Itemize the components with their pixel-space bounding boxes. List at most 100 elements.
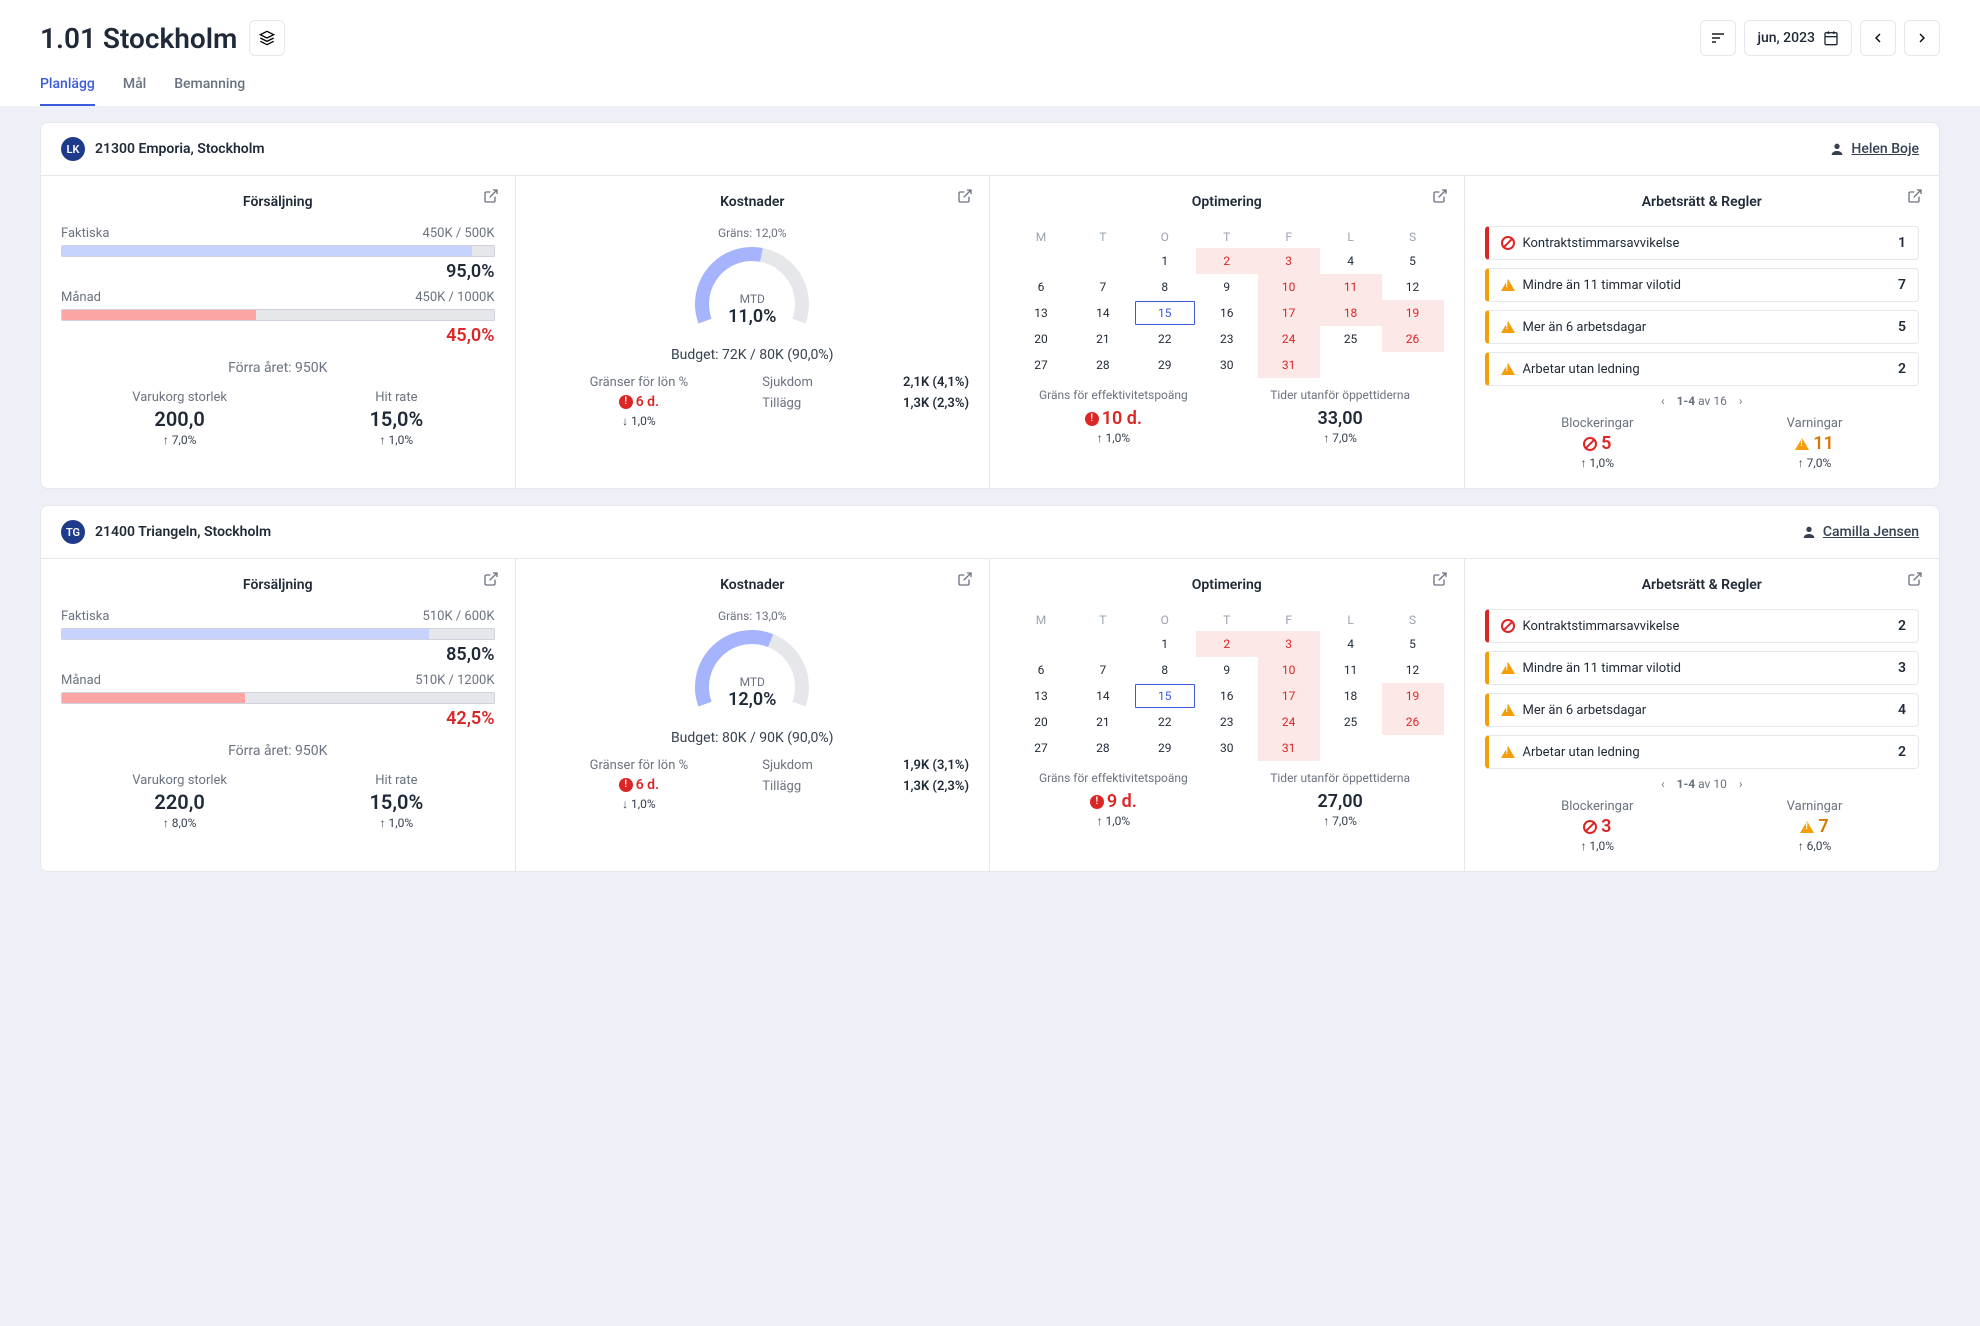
calendar-day[interactable]: 14: [1072, 300, 1134, 326]
manager-link[interactable]: Camilla Jensen: [1801, 524, 1919, 540]
tab-planlagg[interactable]: Planlägg: [40, 76, 95, 106]
calendar-day[interactable]: 16: [1196, 683, 1258, 709]
open-costs-icon[interactable]: [957, 571, 973, 587]
weekday-header: L: [1320, 609, 1382, 631]
calendar-day[interactable]: 13: [1010, 683, 1072, 709]
calendar-day[interactable]: 4: [1320, 631, 1382, 657]
calendar-day[interactable]: 9: [1196, 657, 1258, 683]
calendar-day[interactable]: 12: [1382, 657, 1444, 683]
calendar-day[interactable]: 28: [1072, 352, 1134, 378]
date-label: jun, 2023: [1757, 30, 1815, 46]
calendar-day[interactable]: 2: [1196, 631, 1258, 657]
calendar-day[interactable]: 22: [1134, 326, 1196, 352]
calendar-day[interactable]: 23: [1196, 709, 1258, 735]
calendar-day[interactable]: 8: [1134, 657, 1196, 683]
rule-item[interactable]: Arbetar utan ledning 2: [1485, 352, 1920, 386]
calendar-day[interactable]: 9: [1196, 274, 1258, 300]
calendar-day[interactable]: 11: [1320, 657, 1382, 683]
calendar-day[interactable]: 29: [1134, 352, 1196, 378]
pager-prev[interactable]: ‹: [1661, 394, 1665, 408]
calendar-day[interactable]: 1: [1134, 631, 1196, 657]
calendar-day[interactable]: 6: [1010, 657, 1072, 683]
calendar-day[interactable]: 29: [1134, 735, 1196, 761]
calendar-day[interactable]: 28: [1072, 735, 1134, 761]
calendar-day[interactable]: 13: [1010, 300, 1072, 326]
calendar-day[interactable]: 27: [1010, 352, 1072, 378]
calendar-day[interactable]: 20: [1010, 326, 1072, 352]
calendar-day[interactable]: 27: [1010, 735, 1072, 761]
alert-icon: !: [1085, 412, 1099, 426]
calendar-day[interactable]: 15: [1134, 300, 1196, 326]
calendar-day[interactable]: 2: [1196, 248, 1258, 274]
calendar-day[interactable]: 26: [1382, 709, 1444, 735]
layers-button[interactable]: [249, 20, 285, 56]
pager-next[interactable]: ›: [1739, 394, 1743, 408]
open-sales-icon[interactable]: [483, 571, 499, 587]
calendar-day[interactable]: 24: [1258, 326, 1320, 352]
pager-next[interactable]: ›: [1739, 777, 1743, 791]
calendar-day[interactable]: 23: [1196, 326, 1258, 352]
weekday-header: F: [1258, 609, 1320, 631]
rule-item[interactable]: Mindre än 11 timmar vilotid 7: [1485, 268, 1920, 302]
calendar-day[interactable]: 3: [1258, 248, 1320, 274]
calendar-day[interactable]: 8: [1134, 274, 1196, 300]
open-rules-icon[interactable]: [1907, 571, 1923, 587]
tab-mal[interactable]: Mål: [123, 76, 146, 106]
calendar-day[interactable]: 21: [1072, 709, 1134, 735]
pager-prev[interactable]: ‹: [1661, 777, 1665, 791]
next-month-button[interactable]: [1904, 20, 1940, 56]
calendar-day[interactable]: 30: [1196, 735, 1258, 761]
open-sales-icon[interactable]: [483, 188, 499, 204]
calendar-day[interactable]: 16: [1196, 300, 1258, 326]
open-opt-icon[interactable]: [1432, 188, 1448, 204]
calendar-day[interactable]: 5: [1382, 248, 1444, 274]
salary-delta: ↓ 1,0%: [536, 797, 743, 811]
calendar: MTOTFLS123456789101112131415161718192021…: [1010, 609, 1444, 761]
rule-item[interactable]: Arbetar utan ledning 2: [1485, 735, 1920, 769]
calendar-day[interactable]: 26: [1382, 326, 1444, 352]
sort-button[interactable]: [1700, 20, 1736, 56]
tab-bemanning[interactable]: Bemanning: [174, 76, 245, 106]
calendar-day[interactable]: 31: [1258, 352, 1320, 378]
calendar-day[interactable]: 6: [1010, 274, 1072, 300]
rule-item[interactable]: Kontraktstimmarsavvikelse 2: [1485, 609, 1920, 643]
calendar-day[interactable]: 4: [1320, 248, 1382, 274]
calendar-day[interactable]: 1: [1134, 248, 1196, 274]
calendar-day[interactable]: 17: [1258, 683, 1320, 709]
calendar-day[interactable]: 15: [1134, 683, 1196, 709]
manager-link[interactable]: Helen Boje: [1829, 141, 1919, 157]
calendar-day[interactable]: 19: [1382, 683, 1444, 709]
rule-item[interactable]: Mer än 6 arbetsdagar 4: [1485, 693, 1920, 727]
calendar-day[interactable]: 3: [1258, 631, 1320, 657]
calendar-day[interactable]: 30: [1196, 352, 1258, 378]
rule-item[interactable]: Kontraktstimmarsavvikelse 1: [1485, 226, 1920, 260]
rule-item[interactable]: Mindre än 11 timmar vilotid 3: [1485, 651, 1920, 685]
calendar-day[interactable]: 22: [1134, 709, 1196, 735]
calendar-day[interactable]: 31: [1258, 735, 1320, 761]
panel-title: Försäljning: [61, 194, 495, 210]
open-opt-icon[interactable]: [1432, 571, 1448, 587]
rule-item[interactable]: Mer än 6 arbetsdagar 5: [1485, 310, 1920, 344]
open-rules-icon[interactable]: [1907, 188, 1923, 204]
calendar-day[interactable]: 25: [1320, 326, 1382, 352]
calendar-day[interactable]: 20: [1010, 709, 1072, 735]
calendar-day[interactable]: 10: [1258, 657, 1320, 683]
calendar-day[interactable]: 7: [1072, 657, 1134, 683]
calendar-day[interactable]: 21: [1072, 326, 1134, 352]
open-costs-icon[interactable]: [957, 188, 973, 204]
date-selector[interactable]: jun, 2023: [1744, 20, 1852, 56]
calendar-day[interactable]: 12: [1382, 274, 1444, 300]
calendar-day[interactable]: 10: [1258, 274, 1320, 300]
calendar-day[interactable]: 24: [1258, 709, 1320, 735]
calendar-day[interactable]: 18: [1320, 683, 1382, 709]
calendar-day[interactable]: 17: [1258, 300, 1320, 326]
mtd-value: 12,0%: [536, 689, 970, 710]
calendar-day[interactable]: 25: [1320, 709, 1382, 735]
calendar-day[interactable]: 5: [1382, 631, 1444, 657]
calendar-day[interactable]: 11: [1320, 274, 1382, 300]
calendar-day[interactable]: 7: [1072, 274, 1134, 300]
prev-month-button[interactable]: [1860, 20, 1896, 56]
calendar-day[interactable]: 18: [1320, 300, 1382, 326]
calendar-day[interactable]: 19: [1382, 300, 1444, 326]
calendar-day[interactable]: 14: [1072, 683, 1134, 709]
